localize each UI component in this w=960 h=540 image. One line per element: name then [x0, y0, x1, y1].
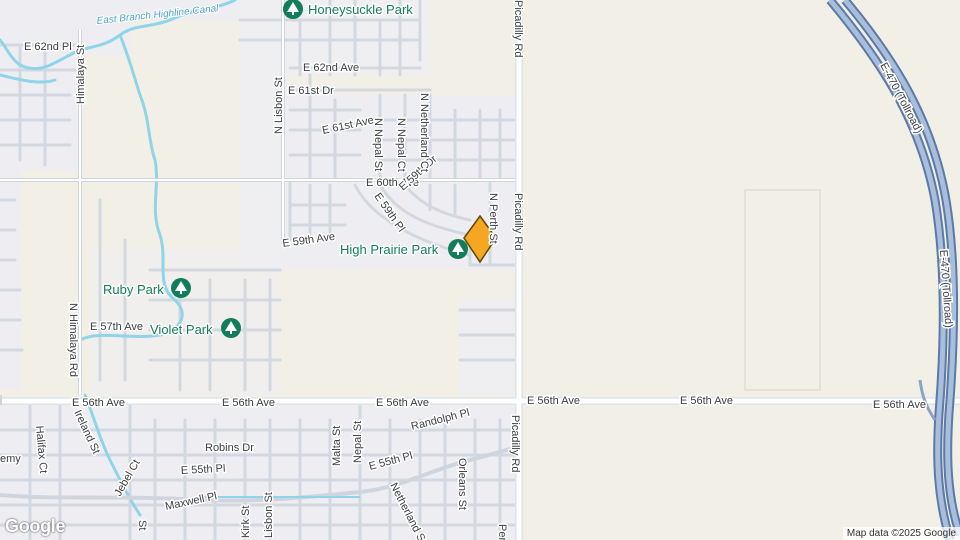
honeysuckle-park-label[interactable]: Honeysuckle Park: [307, 1, 415, 19]
street-label-picadilly-rd-south: Picadilly Rd: [509, 415, 521, 472]
street-label-e56th-ave-2: E 56th Ave: [222, 397, 275, 409]
street-label-lisbon-st: Lisbon St: [263, 492, 275, 538]
violet-park-label[interactable]: Violet Park: [149, 321, 215, 339]
street-label-n-netherland-ct: N Netherland Ct: [418, 93, 430, 172]
street-label-n-nepal-st: N Nepal St: [372, 118, 384, 171]
street-label-e55th-pl: E 55th Pl: [181, 463, 226, 477]
map-attribution[interactable]: Map data ©2025 Google: [842, 527, 960, 540]
map-svg[interactable]: East Branch Highline Canal Honeysuckle P…: [0, 0, 960, 540]
street-label-picadilly-rd-mid: Picadilly Rd: [512, 193, 524, 250]
map-canvas[interactable]: East Branch Highline Canal Honeysuckle P…: [0, 0, 960, 540]
high-prairie-park-label[interactable]: High Prairie Park: [339, 241, 441, 259]
street-label-himalaya-st: Himalaya St: [75, 45, 87, 104]
ruby-park-label[interactable]: Ruby Park: [102, 281, 166, 299]
street-label-picadilly-rd-north: Picadilly Rd: [512, 0, 524, 57]
street-label-nepal-st: Nepal St: [352, 421, 364, 463]
street-label-orleans-st: Orleans St: [456, 458, 468, 510]
street-label-n-nepal-ct: N Nepal Ct: [395, 118, 407, 172]
park-icon-violet[interactable]: [221, 318, 241, 338]
street-label-s-fragment: St: [136, 520, 148, 530]
park-icon-high-prairie[interactable]: [448, 239, 468, 259]
street-label-kirk-st: Kirk St: [240, 506, 252, 538]
street-label-e61st-dr: E 61st Dr: [288, 85, 334, 97]
street-label-robins-dr: Robins Dr: [205, 442, 254, 454]
street-label-malta-st: Malta St: [331, 426, 343, 466]
street-label-e56th-ave-1: E 56th Ave: [72, 397, 125, 409]
street-label-n-lisbon-st: N Lisbon St: [273, 77, 285, 134]
street-label-per-fragment: Per: [496, 524, 508, 540]
street-label-n-himalaya-rd: N Himalaya Rd: [67, 303, 79, 377]
street-label-e56th-ave-3: E 56th Ave: [376, 397, 429, 409]
street-label-e56th-ave-6: E 56th Ave: [873, 399, 926, 411]
street-label-e56th-ave-5: E 56th Ave: [680, 395, 733, 407]
street-label-e56th-ave-4: E 56th Ave: [527, 395, 580, 407]
street-label-e57th-ave: E 57th Ave: [90, 321, 143, 333]
park-icon-ruby[interactable]: [171, 278, 191, 298]
street-label-e62nd-ave: E 62nd Ave: [303, 62, 359, 74]
street-label-n-perth-st: N Perth St: [487, 193, 499, 244]
google-logo: Google: [5, 516, 66, 536]
street-label-e62nd-pl: E 62nd Pl: [24, 41, 72, 53]
place-label-academy: emy: [0, 453, 21, 465]
